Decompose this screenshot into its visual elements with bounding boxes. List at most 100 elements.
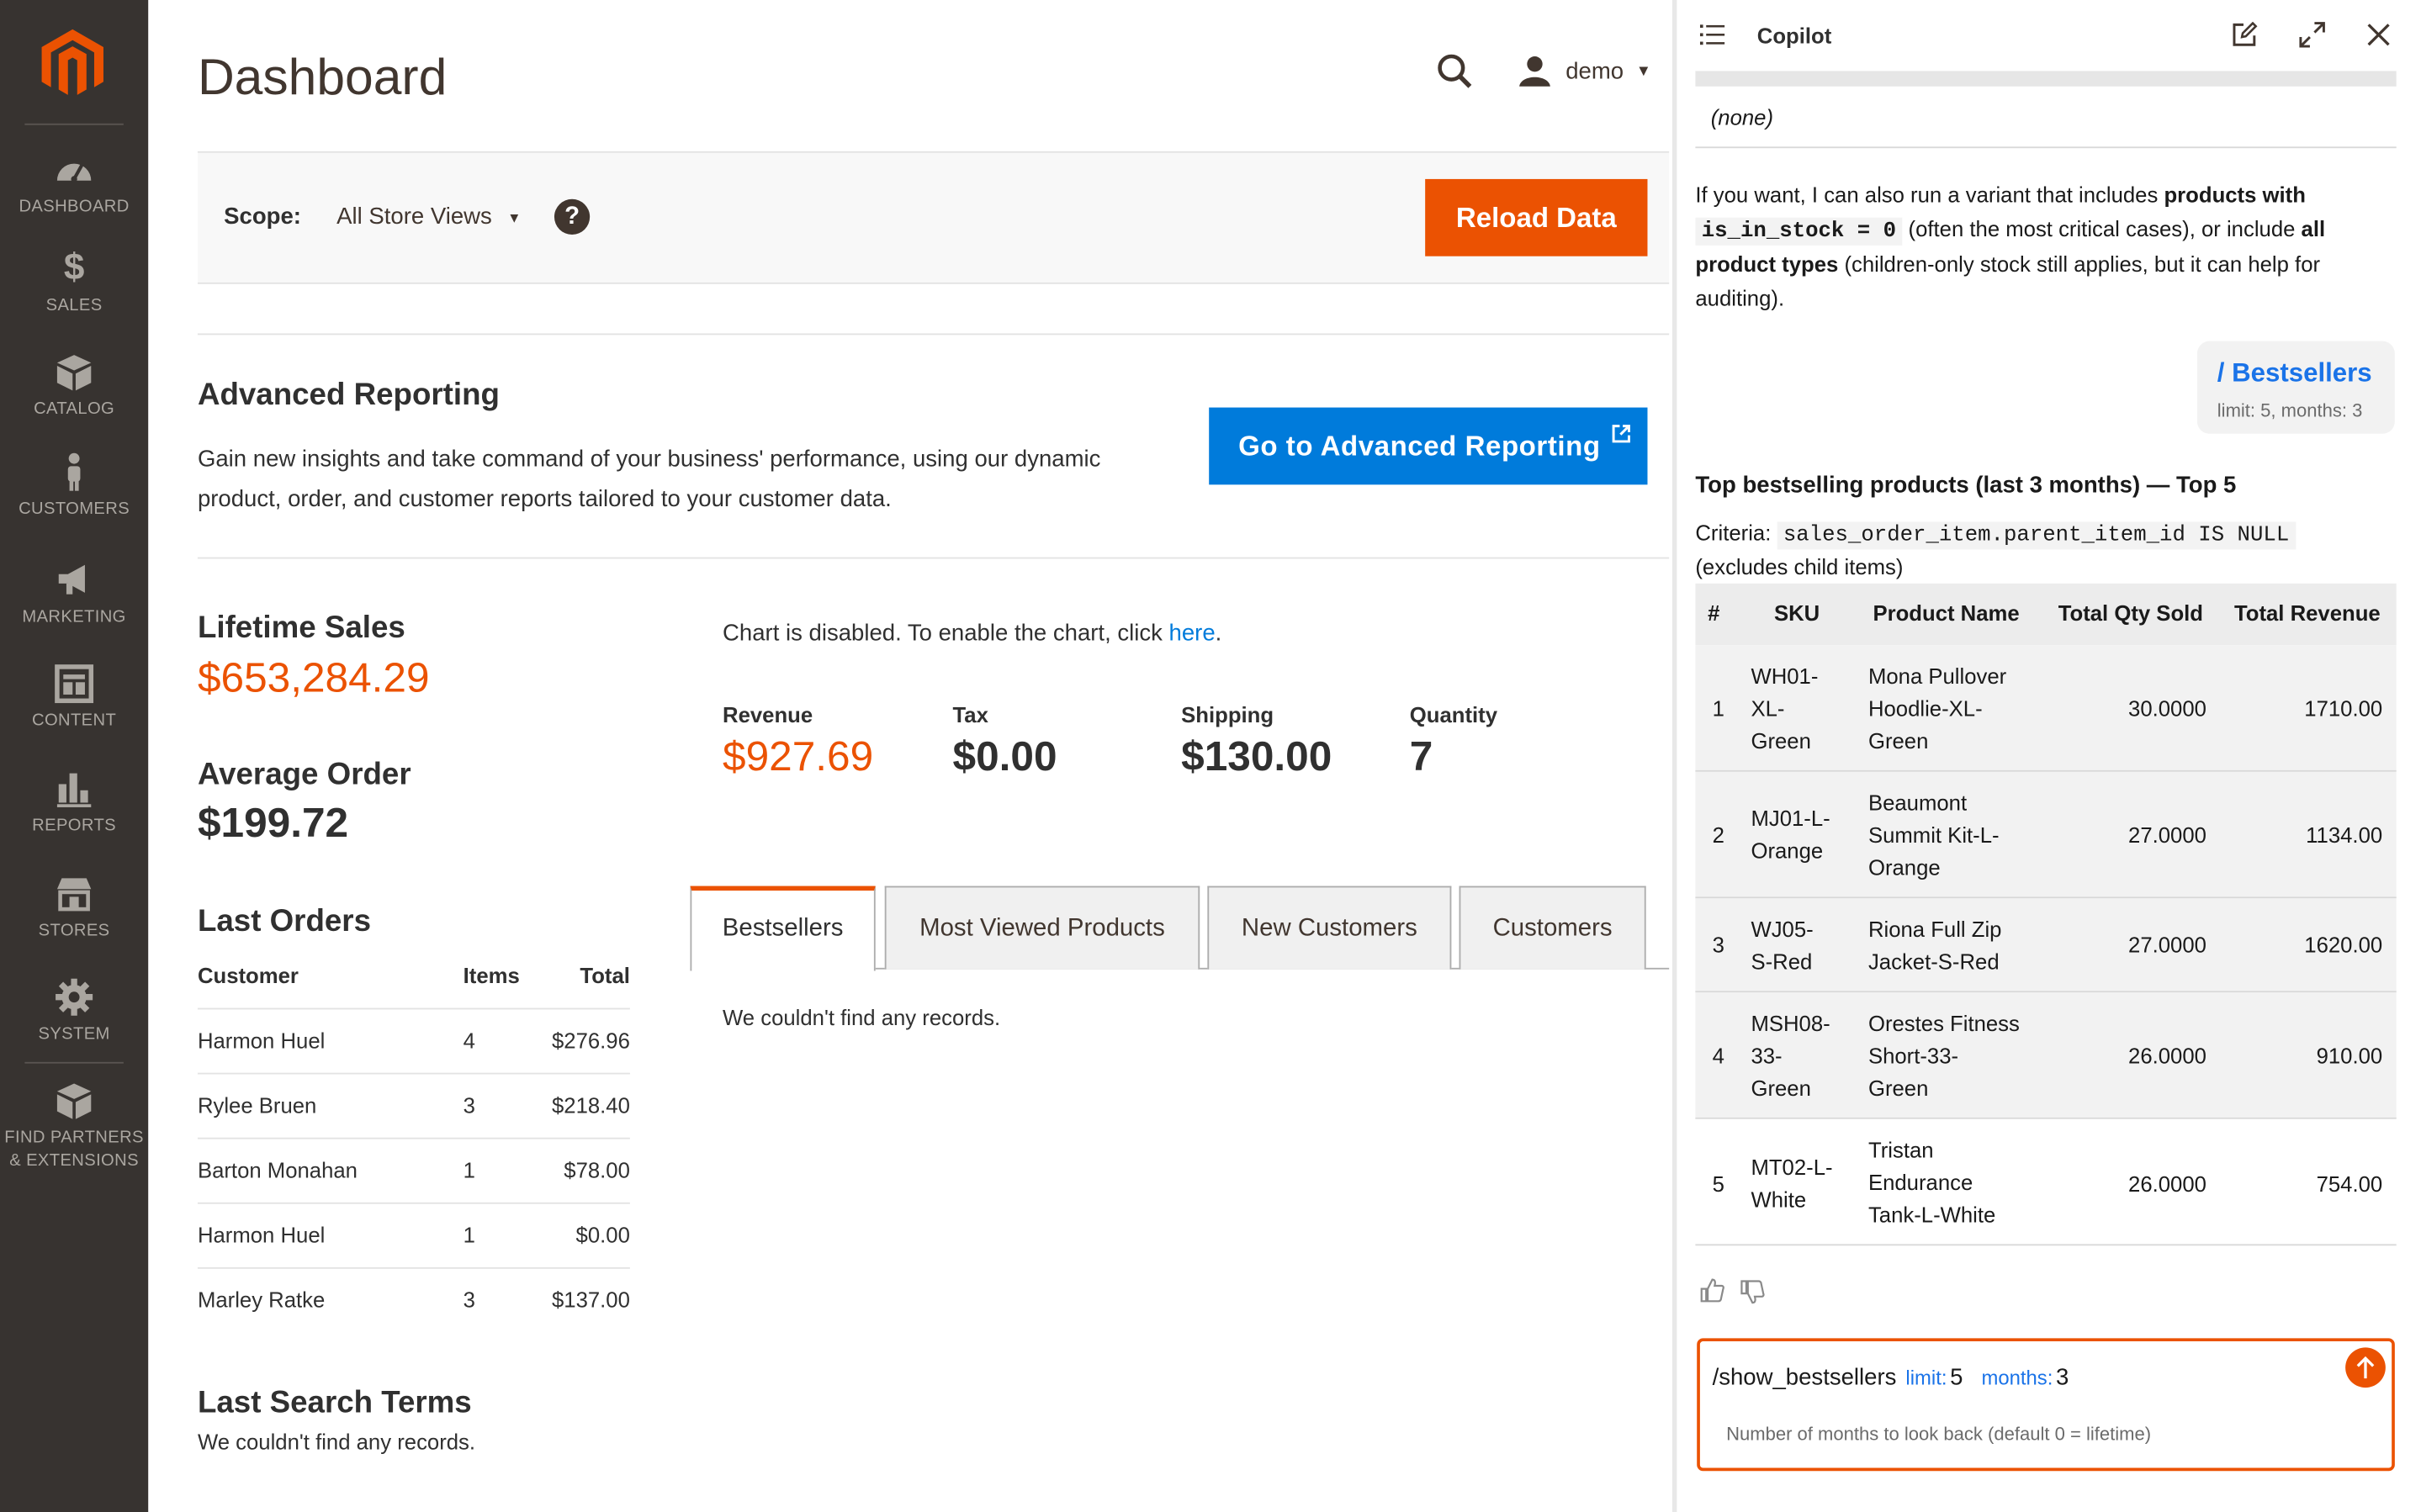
sidebar-item-marketing[interactable]: MARKETING (0, 560, 148, 630)
scope-switcher[interactable]: All Store Views ▼ (336, 204, 521, 230)
col-header-customer: Customer (197, 963, 299, 988)
sidebar-item-reports[interactable]: REPORTS (0, 769, 148, 838)
cell-sku: MSH08- 33- Green (1751, 1008, 1830, 1106)
order-items: 3 (463, 1287, 475, 1313)
sidebar-item-customers[interactable]: CUSTOMERS (0, 452, 148, 522)
name-line: Beaumont (1867, 790, 1968, 816)
cell-revenue: 1134.00 (2306, 822, 2383, 848)
thumbs-down-icon[interactable] (1740, 1280, 1765, 1304)
advanced-reporting-button-label: Go to Advanced Reporting (1238, 431, 1601, 462)
name-line: Orange (1867, 854, 1941, 880)
name-line: Mona Pullover (1867, 663, 2007, 689)
command-chip-params: limit: 5, months: 3 (2217, 399, 2363, 422)
name-line: Endurance (1867, 1170, 1973, 1195)
th-sku: SKU (1773, 600, 1820, 626)
thumbs-up-icon[interactable] (1700, 1278, 1724, 1303)
criteria-label: Criteria: (1695, 520, 1772, 545)
user-account-menu[interactable]: demo ▼ (1518, 52, 1651, 89)
new-chat-icon[interactable] (2231, 21, 2258, 48)
chevron-down-icon: ▼ (507, 209, 522, 225)
chart-disabled-period: . (1215, 620, 1222, 648)
message-text: (often the most critical cases), or incl… (1902, 215, 2302, 241)
tab-most-viewed-products[interactable]: Most Viewed Products (884, 886, 1200, 970)
tab-bestsellers[interactable]: Bestsellers (690, 886, 876, 971)
command-chip-title: / Bestsellers (2217, 357, 2372, 388)
prompt-command-line: /show_bestsellers limit: 5 months: 3 (1713, 1365, 2069, 1391)
cell-rank: 1 (1712, 695, 1724, 722)
menu-list-icon[interactable] (1699, 24, 1725, 47)
cell-qty: 26.0000 (2128, 1043, 2206, 1069)
reload-data-button[interactable]: Reload Data (1425, 178, 1648, 256)
sidebar-item-label: CATALOG (34, 399, 115, 419)
sidebar-item-label: SYSTEM (38, 1024, 110, 1044)
user-command-chip[interactable]: / Bestsellers limit: 5, months: 3 (2196, 341, 2395, 434)
table-divider (1695, 146, 2397, 149)
col-header-total: Total (580, 963, 630, 988)
go-to-advanced-reporting-button[interactable]: Go to Advanced Reporting (1209, 407, 1648, 485)
order-customer[interactable]: Harmon Huel (198, 1223, 325, 1247)
chevron-down-icon: ▼ (1635, 62, 1651, 80)
sidebar-item-system[interactable]: SYSTEM (0, 977, 148, 1047)
expand-icon[interactable] (2299, 22, 2325, 48)
cell-sku: WJ05- S-Red (1751, 914, 1813, 979)
user-name: demo (1565, 57, 1624, 85)
search-icon[interactable] (1436, 52, 1473, 89)
criteria-note: (excludes child items) (1695, 553, 1904, 579)
advanced-reporting-text-line2: product, order, and customer reports tai… (197, 486, 892, 513)
prompt-limit-label: limit: (1905, 1366, 1947, 1389)
name-line: Tristan (1867, 1137, 1934, 1163)
prompt-months-value[interactable]: 3 (2056, 1365, 2069, 1391)
prompt-limit-value[interactable]: 5 (1950, 1365, 1963, 1391)
quantity-label: Quantity (1409, 702, 1498, 727)
sku-line: Green (1751, 1076, 1811, 1101)
tab-new-customers[interactable]: New Customers (1207, 886, 1452, 970)
average-order-label: Average Order (197, 758, 411, 792)
advanced-reporting-text: Gain new insights and take command of yo… (198, 440, 1186, 520)
tab-empty-message: We couldn't find any records. (723, 1004, 1001, 1030)
sku-line: WH01- (1751, 663, 1819, 689)
order-customer[interactable]: Harmon Huel (198, 1028, 325, 1052)
revenue-value: $927.69 (723, 732, 874, 780)
cell-product-name: Riona Full Zip Jacket-S-Red (1868, 914, 2002, 979)
name-line: Short-33- (1867, 1043, 1959, 1069)
message-text: auditing). (1695, 284, 1785, 310)
order-customer[interactable]: Marley Ratke (198, 1287, 325, 1312)
tab-customers[interactable]: Customers (1459, 886, 1646, 970)
cell-rank: 3 (1712, 932, 1724, 958)
layout-icon (55, 664, 94, 704)
enable-chart-link[interactable]: here (1169, 621, 1216, 647)
sidebar-item-sales[interactable]: $ SALES (0, 248, 148, 319)
order-total: $137.00 (551, 1287, 630, 1313)
cell-qty: 27.0000 (2128, 822, 2206, 848)
close-icon[interactable] (2367, 24, 2391, 47)
magento-logo-icon[interactable] (40, 28, 105, 98)
sidebar-item-label: STORES (38, 921, 110, 940)
sidebar-item-label: MARKETING (22, 608, 126, 627)
cell-rank: 4 (1712, 1043, 1724, 1069)
tax-label: Tax (952, 702, 988, 727)
help-icon[interactable]: ? (554, 198, 591, 235)
prior-table-edge (1695, 71, 2397, 87)
sidebar-divider (24, 1061, 124, 1064)
send-button[interactable] (2345, 1347, 2386, 1388)
cell-product-name: Tristan Endurance Tank-L-White (1868, 1134, 1995, 1232)
sidebar-item-content[interactable]: CONTENT (0, 663, 148, 733)
sidebar-item-catalog[interactable]: CATALOG (0, 352, 148, 421)
copilot-prompt-input[interactable] (1697, 1338, 2395, 1472)
sidebar-item-dashboard[interactable]: DASHBOARD (0, 150, 148, 219)
user-icon (1519, 56, 1550, 87)
order-customer[interactable]: Barton Monahan (198, 1158, 358, 1182)
lifetime-sales-label: Lifetime Sales (197, 611, 405, 646)
sidebar-item-partners[interactable]: FIND PARTNERS & EXTENSIONS (0, 1081, 148, 1173)
sidebar-item-stores[interactable]: STORES (0, 874, 148, 944)
none-cell: (none) (1710, 104, 1774, 130)
cell-revenue: 1620.00 (2304, 932, 2383, 958)
table-divider (197, 1007, 630, 1010)
name-line: Orestes Fitness (1867, 1011, 2020, 1036)
advanced-reporting-text-line1: Gain new insights and take command of yo… (197, 446, 1101, 473)
order-customer[interactable]: Rylee Bruen (198, 1093, 316, 1118)
sidebar-item-label: CONTENT (32, 711, 117, 731)
prompt-months-label: months: (1981, 1366, 2053, 1389)
message-code: is_in_stock = 0 (1695, 216, 1903, 245)
sku-line: Orange (1751, 838, 1824, 864)
